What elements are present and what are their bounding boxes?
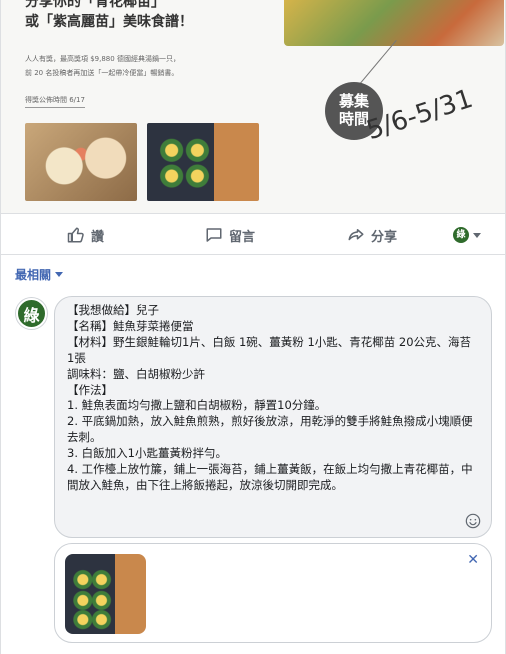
share-button[interactable]: 分享 [347,215,397,255]
comment-input[interactable]: 【我想做給】兒子 【名稱】鮭魚芽菜捲便當 【材料】野生銀鮭輪切1片、白飯 1碗、… [54,296,492,538]
attached-photo-thumbnail[interactable] [65,554,146,634]
banner-announce-date: 得獎公佈時間 6/17 [25,95,85,108]
chevron-down-icon [473,232,481,238]
banner-headline-line2: 或「紫高麗苗」美味食譜！ [25,14,193,30]
share-arrow-icon [348,229,364,241]
banner-headline-line1: 分享你的「青花椰苗」 [25,0,165,10]
comment-label: 留言 [229,229,256,245]
post-banner-image[interactable]: 分享你的「青花椰苗」 或「紫高麗苗」美味食譜！ 人人有獎，最高獎項 $9,880… [1,0,505,214]
badge-line1: 募集 [338,92,369,110]
comment-sort-dropdown[interactable]: 最相關 [15,266,64,283]
comment-bubble-icon [206,228,222,242]
banner-photo-rice-balls [25,123,137,201]
commenter-avatar[interactable]: 綠 [16,298,47,329]
like-button[interactable]: 讚 [67,215,104,255]
share-label: 分享 [371,229,398,245]
banner-bonus-text: 前 20 名投稿者再加送「一起帶冷便當」暢銷書。 [25,69,179,77]
like-label: 讚 [91,229,105,245]
banner-prize-text: 人人有獎，最高獎項 $9,880 德國經典湯鍋一只， [25,55,180,63]
banner-photo-bento [147,123,259,201]
banner-headline: 分享你的「青花椰苗」 或「紫高麗苗」美味食譜！ [25,0,193,32]
emoji-icon[interactable] [465,513,481,529]
thumbs-up-icon [67,227,84,243]
comment-input-text[interactable]: 【我想做給】兒子 【名稱】鮭魚芽菜捲便當 【材料】野生銀鮭輪切1片、白飯 1碗、… [67,303,479,494]
post-card: 分享你的「青花椰苗」 或「紫高麗苗」美味食譜！ 人人有獎，最高獎項 $9,880… [0,0,506,654]
chevron-down-icon [55,272,64,277]
page-logo-icon: 綠 [453,227,469,243]
post-action-bar: 讚 留言 分享 [1,215,505,255]
comment-button[interactable]: 留言 [205,215,255,255]
sort-label: 最相關 [15,268,52,282]
page-identity-selector[interactable]: 綠 [453,227,481,243]
close-icon[interactable]: ✕ [467,552,479,568]
attachment-preview: ✕ [54,543,492,643]
banner-food-photo-top [284,0,504,46]
